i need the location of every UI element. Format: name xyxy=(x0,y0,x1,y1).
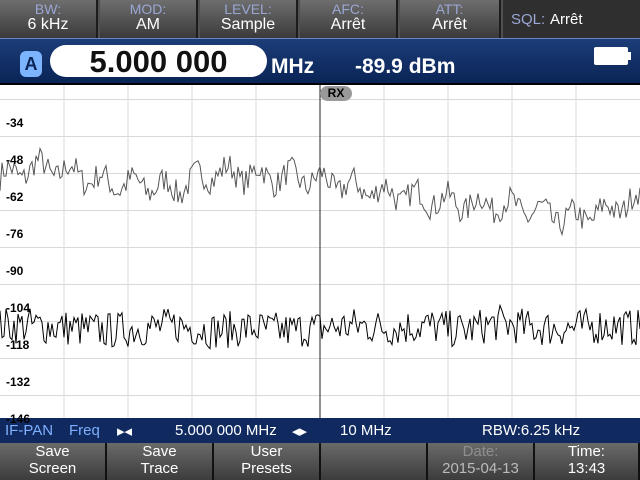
y-tick-label: -90 xyxy=(6,263,24,278)
parameter-bar: BW: 6 kHz MOD: AM LEVEL: Sample AFC: Arr… xyxy=(0,0,640,38)
softkey-line2: Presets xyxy=(241,460,292,477)
empty-softkey xyxy=(321,443,428,480)
y-tick-label: -132 xyxy=(6,374,31,389)
spectrum-chart xyxy=(0,85,640,418)
softkey-line1: User xyxy=(250,443,283,460)
mod-param[interactable]: MOD: AM xyxy=(100,0,198,38)
frequency-unit: MHz xyxy=(271,55,315,78)
status-bar: IF-PAN Freq ▸◂ 5.000 000 MHz ◂▸ 10 MHz R… xyxy=(0,418,640,443)
param-label: BW: xyxy=(34,1,62,17)
y-tick-label: -76 xyxy=(6,226,24,241)
y-tick-label: -48 xyxy=(6,152,24,167)
param-label: LEVEL: xyxy=(224,1,272,17)
att-param[interactable]: ATT: Arrêt xyxy=(400,0,501,38)
battery-icon xyxy=(594,47,631,65)
y-tick-label: -104 xyxy=(6,300,31,315)
save-screen-button[interactable]: Save Screen xyxy=(0,443,107,480)
softkey-line2: Trace xyxy=(140,460,179,477)
afc-param[interactable]: AFC: Arrêt xyxy=(300,0,398,38)
center-freq-icon: ▸◂ xyxy=(117,423,133,440)
sql-param[interactable]: SQL: Arrêt xyxy=(503,0,640,38)
date-softkey: Date: 2015-04-13 xyxy=(428,443,535,480)
level-param[interactable]: LEVEL: Sample xyxy=(200,0,298,38)
rx-marker[interactable]: RX xyxy=(320,86,352,101)
param-value: Arrêt xyxy=(330,16,366,33)
time-label: Time: xyxy=(568,443,605,460)
time-value: 13:43 xyxy=(567,460,606,477)
y-tick-label: -118 xyxy=(6,337,30,352)
sql-value: Arrêt xyxy=(550,11,583,28)
span-value[interactable]: 10 MHz xyxy=(340,422,392,439)
param-value: Sample xyxy=(220,16,276,33)
softkey-line1: Save xyxy=(142,443,177,460)
spectrum-plot[interactable] xyxy=(0,85,640,418)
y-tick-label: -146 xyxy=(6,411,31,426)
param-label: AFC: xyxy=(332,1,364,17)
sql-label: SQL: xyxy=(511,11,546,28)
param-label: ATT: xyxy=(435,1,464,17)
span-icon: ◂▸ xyxy=(292,423,308,440)
date-label: Date: xyxy=(462,443,499,460)
freq-label: Freq xyxy=(69,422,100,439)
softkey-line2: Screen xyxy=(28,460,77,477)
user-presets-button[interactable]: User Presets xyxy=(214,443,321,480)
softkey-line1: Save xyxy=(35,443,70,460)
save-trace-button[interactable]: Save Trace xyxy=(107,443,214,480)
param-value: 6 kHz xyxy=(27,16,69,33)
y-tick-label: -62 xyxy=(6,189,24,204)
time-softkey[interactable]: Time: 13:43 xyxy=(535,443,640,480)
param-value: AM xyxy=(136,16,160,33)
frequency-display[interactable]: 5.000 000 xyxy=(50,45,267,79)
date-value: 2015-04-13 xyxy=(442,460,519,477)
y-tick-label: -34 xyxy=(6,115,24,130)
channel-badge[interactable]: A xyxy=(20,51,42,77)
param-value: Arrêt xyxy=(432,16,467,33)
bw-param[interactable]: BW: 6 kHz xyxy=(0,0,98,38)
level-readout: -89.9 dBm xyxy=(355,55,456,78)
param-label: MOD: xyxy=(129,1,167,17)
rbw-value[interactable]: RBW:6.25 kHz xyxy=(482,422,580,439)
center-frequency[interactable]: 5.000 000 MHz xyxy=(175,422,277,439)
